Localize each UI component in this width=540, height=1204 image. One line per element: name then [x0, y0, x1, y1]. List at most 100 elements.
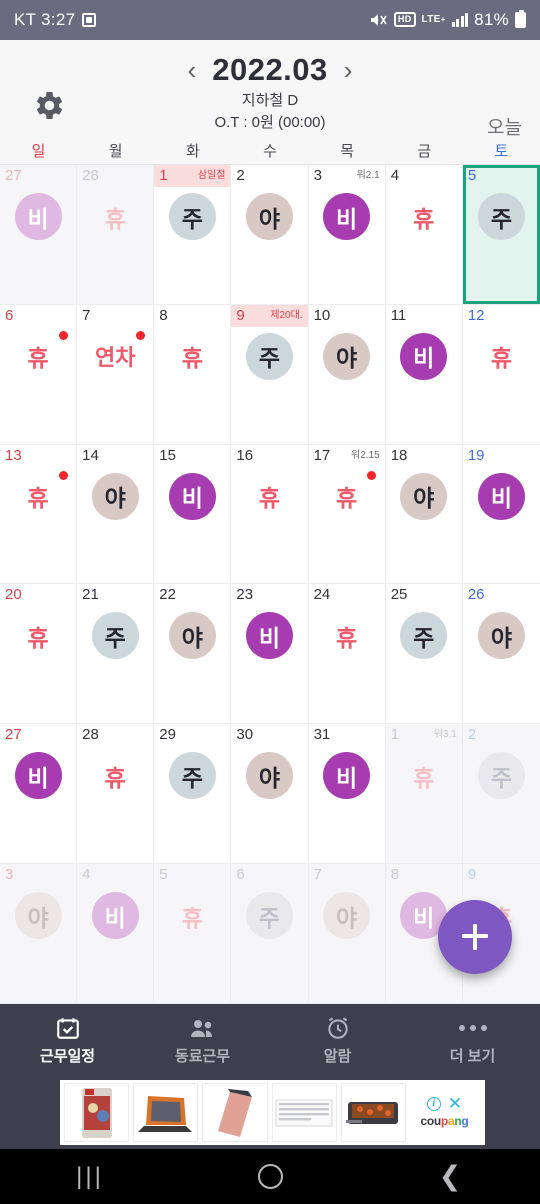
shift-badge[interactable]: 주 [477, 193, 525, 240]
calendar-day-cell[interactable]: 16 휴 [231, 444, 309, 585]
calendar-day-cell[interactable]: 22 야 [154, 584, 232, 725]
shift-badge[interactable]: 야 [477, 612, 525, 660]
calendar-day-cell[interactable]: 4휴 [385, 165, 463, 305]
calendar-day-cell[interactable]: 18 야 [385, 444, 463, 585]
shift-badge[interactable]: 휴 [323, 612, 370, 659]
calendar-day-cell[interactable]: 21 주 [77, 584, 155, 725]
ad-product-thumb[interactable] [340, 1083, 406, 1142]
calendar-day-cell[interactable]: 20 휴 [0, 584, 78, 725]
shift-badge[interactable]: 휴 [400, 752, 447, 799]
next-month-button[interactable]: › [342, 57, 355, 83]
shift-badge[interactable]: 비 [91, 892, 139, 940]
shift-badge[interactable]: 비 [14, 752, 62, 800]
shift-badge[interactable]: 주 [168, 193, 216, 240]
calendar-day-cell[interactable]: 6휴 [0, 304, 78, 445]
shift-badge[interactable]: 휴 [323, 470, 377, 520]
shift-badge[interactable]: 휴 [15, 612, 62, 659]
gear-icon[interactable] [30, 88, 66, 129]
shift-badge[interactable]: 비 [323, 752, 371, 800]
shift-badge[interactable]: 야 [14, 892, 62, 940]
home-icon[interactable] [257, 1164, 283, 1189]
ad-product-thumb[interactable] [271, 1083, 337, 1142]
calendar-day-cell[interactable]: 14 야 [77, 444, 155, 585]
shift-badge[interactable]: 휴 [478, 333, 525, 380]
bottom-navigation[interactable]: 근무일정 동료근무 알람 더 보기 [0, 1004, 540, 1076]
calendar-day-cell[interactable]: 6주 [231, 864, 309, 1004]
calendar-day-cell[interactable]: 3 워2.1 비 [308, 165, 386, 305]
calendar-grid[interactable]: 27 비 28 휴 1 삼일절 주 2 야 3 워2.1 비 4 휴 5 주 6 휴 7 연차 8 휴 9 제20대. 주 10 야… [0, 165, 540, 1004]
calendar-day-cell[interactable]: 4비 [77, 864, 155, 1004]
shift-badge[interactable]: 주 [168, 752, 216, 800]
calendar-day-cell[interactable]: 29 주 [154, 724, 232, 865]
ad-banner[interactable]: i ✕ coupang [0, 1076, 540, 1149]
shift-badge[interactable]: 야 [91, 472, 139, 520]
calendar-day-cell[interactable]: 24 휴 [308, 584, 386, 725]
calendar-day-cell[interactable]: 23 비 [231, 584, 309, 725]
shift-badge[interactable]: 휴 [246, 473, 293, 520]
shift-badge[interactable]: 연차 [92, 330, 145, 380]
calendar-day-cell[interactable]: 1 워3.1 휴 [385, 724, 463, 865]
shift-badge[interactable]: 주 [400, 612, 448, 660]
calendar-day-cell[interactable]: 28 휴 [77, 165, 155, 305]
calendar-day-cell[interactable]: 25 주 [385, 584, 463, 725]
calendar-day-cell[interactable]: 3야 [0, 864, 78, 1004]
shift-badge[interactable]: 휴 [15, 330, 68, 380]
calendar-day-cell[interactable]: 5휴 [154, 864, 232, 1004]
shift-badge[interactable]: 주 [245, 892, 293, 940]
shift-badge[interactable]: 휴 [400, 193, 447, 240]
calendar-day-cell[interactable]: 10 야 [308, 304, 386, 445]
shift-badge[interactable]: 주 [245, 332, 293, 380]
calendar-day-cell[interactable]: 12 휴 [462, 304, 540, 445]
calendar-day-cell[interactable]: 9 제20대. 주 [231, 304, 309, 445]
shift-badge[interactable]: 비 [323, 193, 371, 240]
shift-badge[interactable]: 주 [91, 612, 139, 660]
calendar-day-cell[interactable]: 1 삼일절 주 [154, 165, 232, 305]
shift-badge[interactable]: 야 [245, 752, 293, 800]
calendar-day-cell[interactable]: 5주 [462, 165, 540, 305]
shift-badge[interactable]: 휴 [169, 333, 216, 380]
shift-badge[interactable]: 휴 [92, 752, 139, 799]
shift-badge[interactable]: 비 [400, 332, 448, 380]
ad-product-thumb[interactable] [64, 1083, 130, 1142]
calendar-day-cell[interactable]: 28 휴 [77, 724, 155, 865]
shift-badge[interactable]: 주 [477, 752, 525, 800]
calendar-day-cell[interactable]: 13 휴 [0, 444, 78, 585]
nav-item-alarm-clock[interactable]: 알람 [270, 1015, 405, 1066]
add-schedule-fab[interactable] [438, 900, 512, 974]
ad-product-thumb[interactable] [133, 1083, 199, 1142]
nav-item-more-dots[interactable]: 더 보기 [405, 1015, 540, 1066]
ad-product-thumb[interactable] [202, 1083, 268, 1142]
calendar-day-cell[interactable]: 27 비 [0, 165, 78, 305]
calendar-day-cell[interactable]: 17 워2.15 휴 [308, 444, 386, 585]
close-icon[interactable]: ✕ [448, 1095, 462, 1112]
shift-badge[interactable]: 휴 [15, 470, 68, 520]
nav-item-calendar-check[interactable]: 근무일정 [0, 1015, 135, 1066]
today-button[interactable]: 오늘 [487, 113, 522, 140]
shift-badge[interactable]: 야 [245, 193, 293, 240]
calendar-day-cell[interactable]: 30 야 [231, 724, 309, 865]
system-navigation-bar[interactable]: ||| ❮ [0, 1149, 540, 1204]
nav-item-people[interactable]: 동료근무 [135, 1015, 270, 1066]
calendar-day-cell[interactable]: 11 비 [385, 304, 463, 445]
shift-badge[interactable]: 야 [400, 472, 448, 520]
shift-badge[interactable]: 비 [245, 612, 293, 660]
recents-icon[interactable]: ||| [76, 1163, 104, 1191]
shift-badge[interactable]: 휴 [169, 892, 216, 939]
calendar-day-cell[interactable]: 26 야 [462, 584, 540, 725]
shift-badge[interactable]: 비 [14, 193, 62, 240]
calendar-day-cell[interactable]: 19 비 [462, 444, 540, 585]
calendar-day-cell[interactable]: 31 비 [308, 724, 386, 865]
calendar-day-cell[interactable]: 15 비 [154, 444, 232, 585]
shift-badge[interactable]: 비 [168, 472, 216, 520]
calendar-day-cell[interactable]: 7야 [308, 864, 386, 1004]
shift-badge[interactable]: 야 [323, 892, 371, 940]
calendar-day-cell[interactable]: 2주 [462, 724, 540, 865]
shift-badge[interactable]: 야 [168, 612, 216, 660]
shift-badge[interactable]: 휴 [92, 193, 139, 240]
shift-badge[interactable]: 야 [323, 332, 371, 380]
calendar-day-cell[interactable]: 2야 [231, 165, 309, 305]
back-icon[interactable]: ❮ [439, 1161, 462, 1192]
calendar-day-cell[interactable]: 7 연차 [77, 304, 155, 445]
calendar-day-cell[interactable]: 27 비 [0, 724, 78, 865]
calendar-day-cell[interactable]: 8휴 [154, 304, 232, 445]
